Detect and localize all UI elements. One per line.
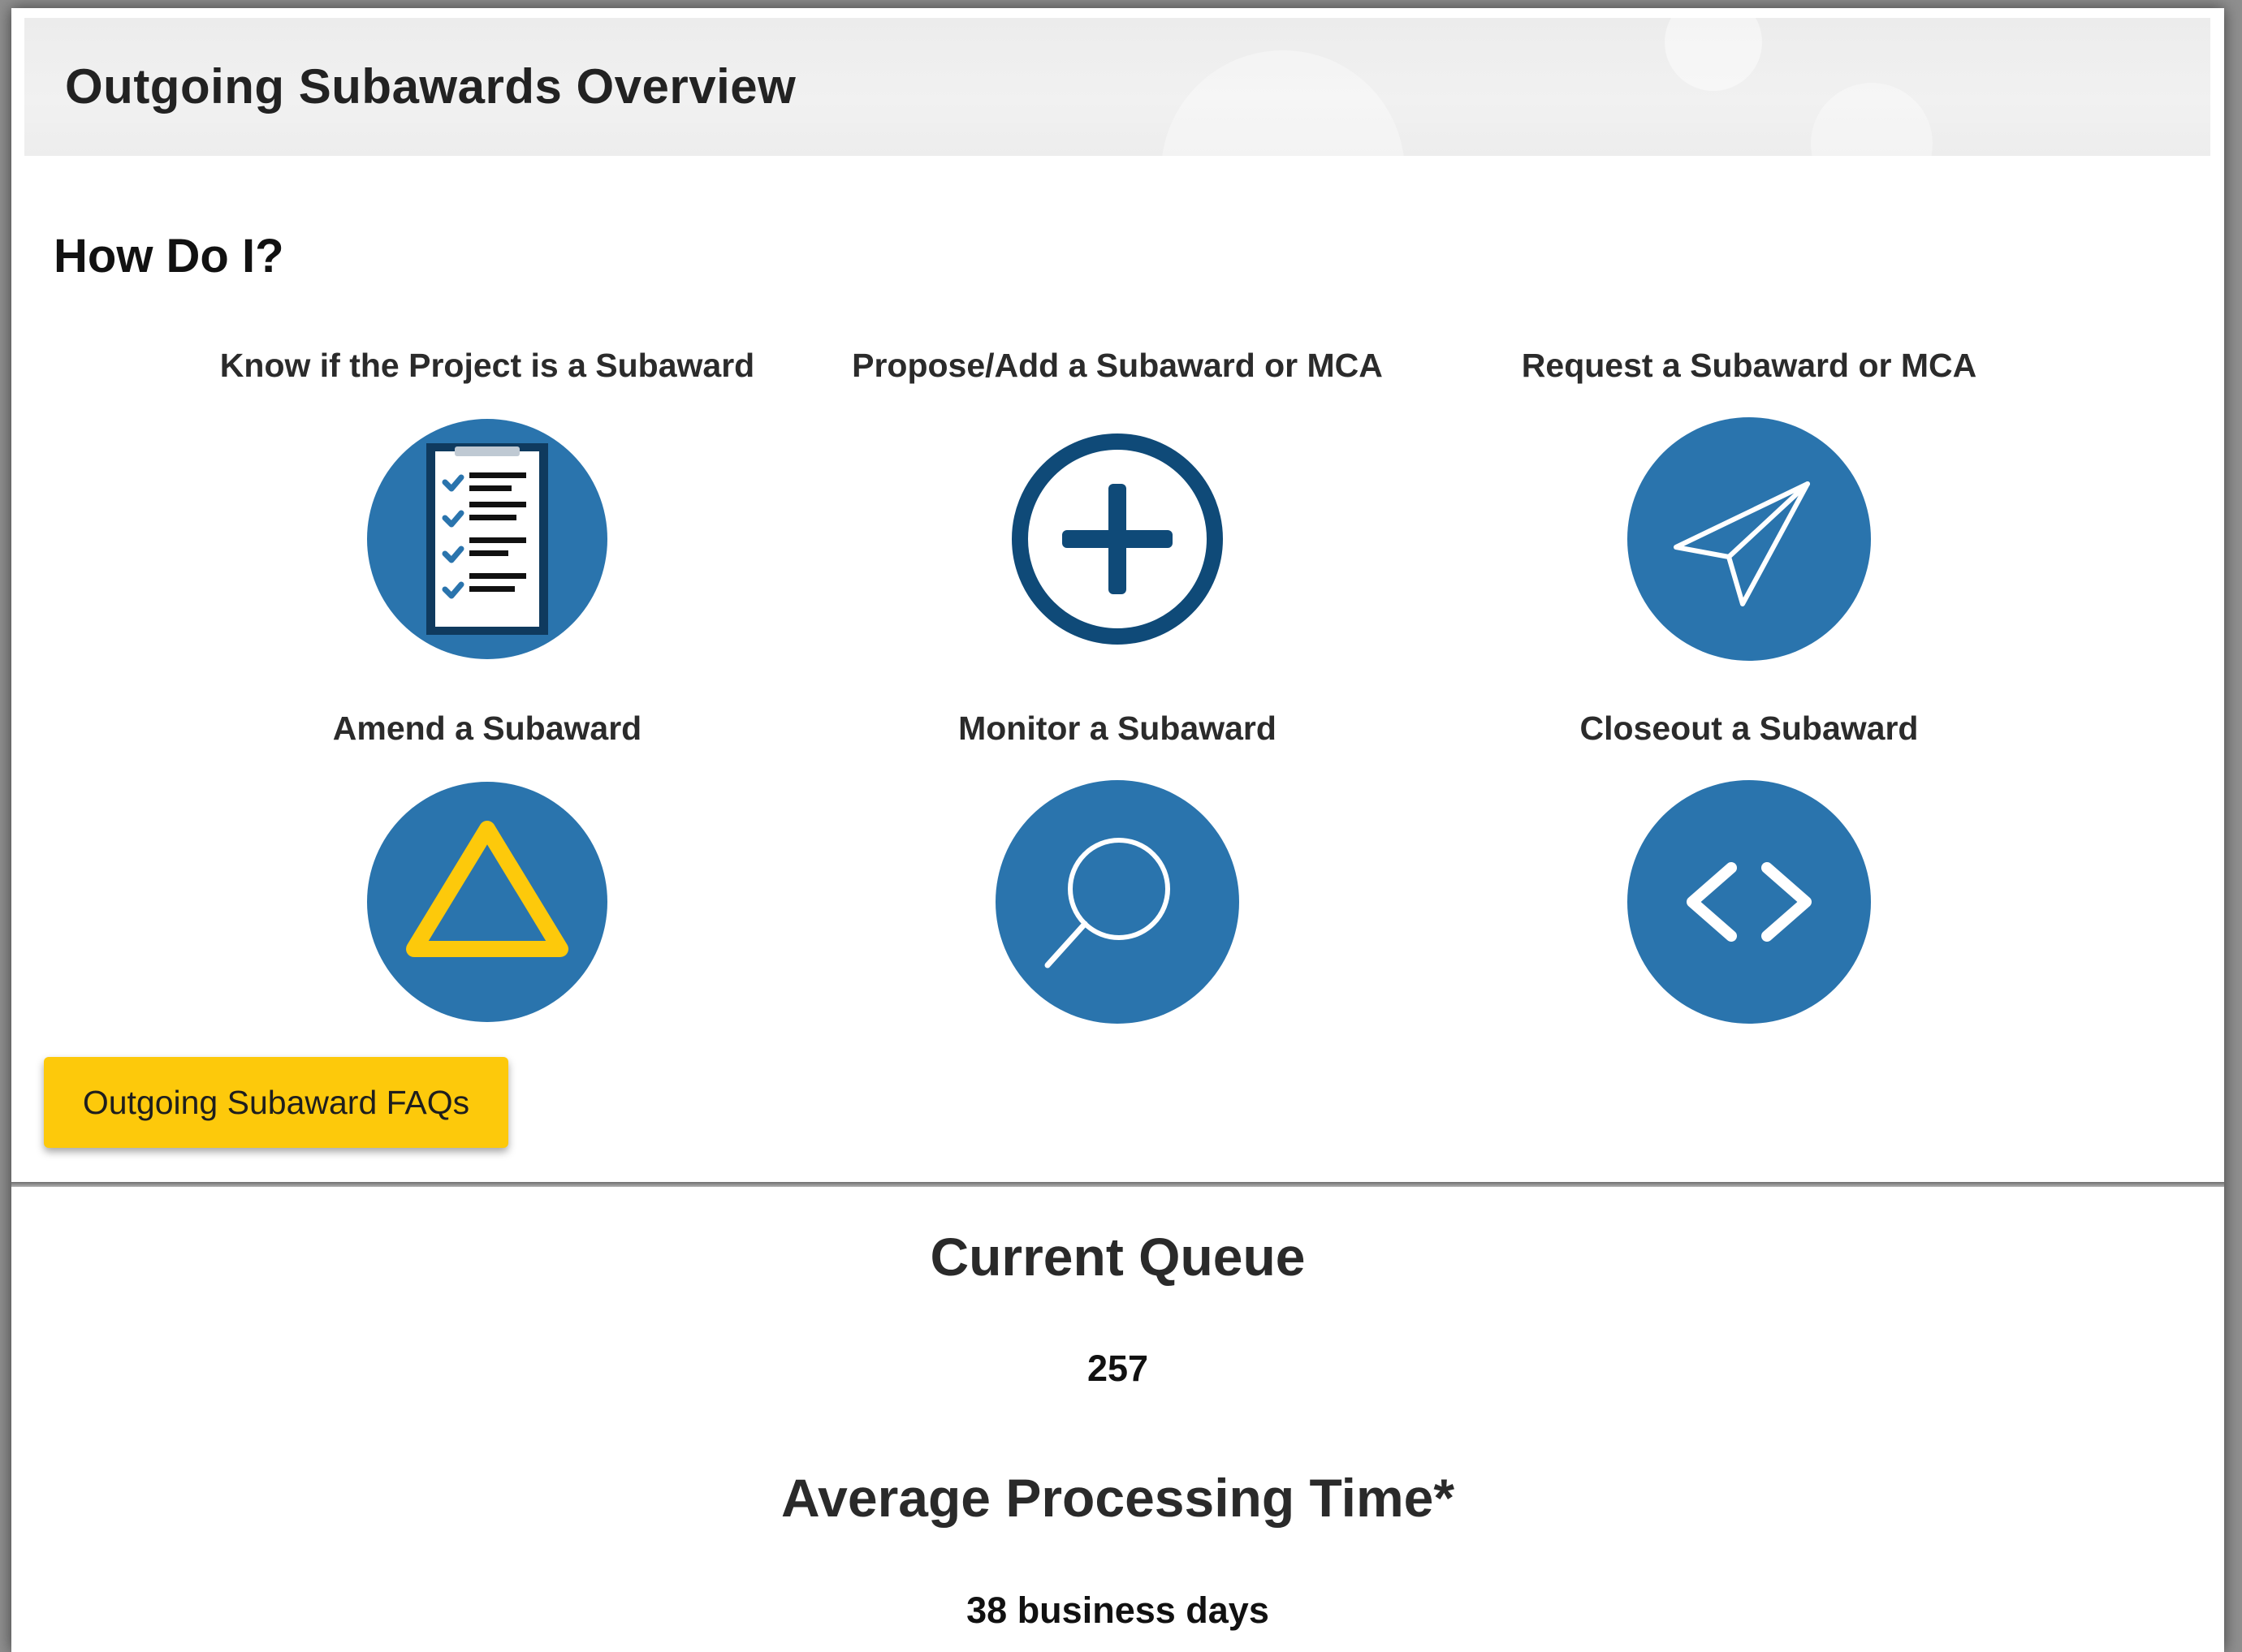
page-header: Outgoing Subawards Overview — [24, 18, 2210, 156]
average-processing-time-heading: Average Processing Time* — [780, 1468, 1455, 1528]
plus-circle-icon — [1012, 433, 1223, 645]
outgoing-subaward-faqs-button[interactable]: Outgoing Subaward FAQs — [44, 1057, 508, 1148]
tile-monitor-subaward[interactable]: Monitor a Subaward — [801, 704, 1434, 1024]
page-frame: Outgoing Subawards Overview How Do I? Kn… — [11, 8, 2224, 1652]
tile-label: Closeout a Subaward — [1579, 710, 1919, 747]
paper-plane-icon — [1627, 417, 1871, 661]
tile-know-if-subaward[interactable]: Know if the Project is a Subaward — [171, 341, 804, 661]
tile-label: Propose/Add a Subaward or MCA — [852, 347, 1383, 384]
tile-label: Monitor a Subaward — [958, 710, 1277, 747]
tile-propose-add-subaward[interactable]: Propose/Add a Subaward or MCA — [801, 341, 1434, 661]
tile-amend-subaward[interactable]: Amend a Subaward — [171, 704, 804, 1024]
triangle-delta-icon — [367, 782, 607, 1022]
section-divider — [11, 1182, 2224, 1187]
average-processing-time-value: 38 business days — [966, 1589, 1269, 1631]
how-do-i-heading: How Do I? — [54, 230, 284, 283]
tile-request-subaward[interactable]: Request a Subaward or MCA — [1432, 341, 2066, 661]
clipboard-checklist-icon — [367, 419, 607, 659]
magnifier-icon — [996, 780, 1239, 1024]
current-queue-heading: Current Queue — [930, 1227, 1306, 1287]
current-queue-value: 257 — [1086, 1348, 1149, 1389]
tile-label: Know if the Project is a Subaward — [219, 347, 755, 384]
page-title: Outgoing Subawards Overview — [65, 59, 797, 114]
tile-label: Request a Subaward or MCA — [1521, 347, 1977, 384]
angle-brackets-icon — [1627, 780, 1871, 1024]
tile-closeout-subaward[interactable]: Closeout a Subaward — [1432, 704, 2066, 1024]
tile-label: Amend a Subaward — [332, 710, 642, 747]
